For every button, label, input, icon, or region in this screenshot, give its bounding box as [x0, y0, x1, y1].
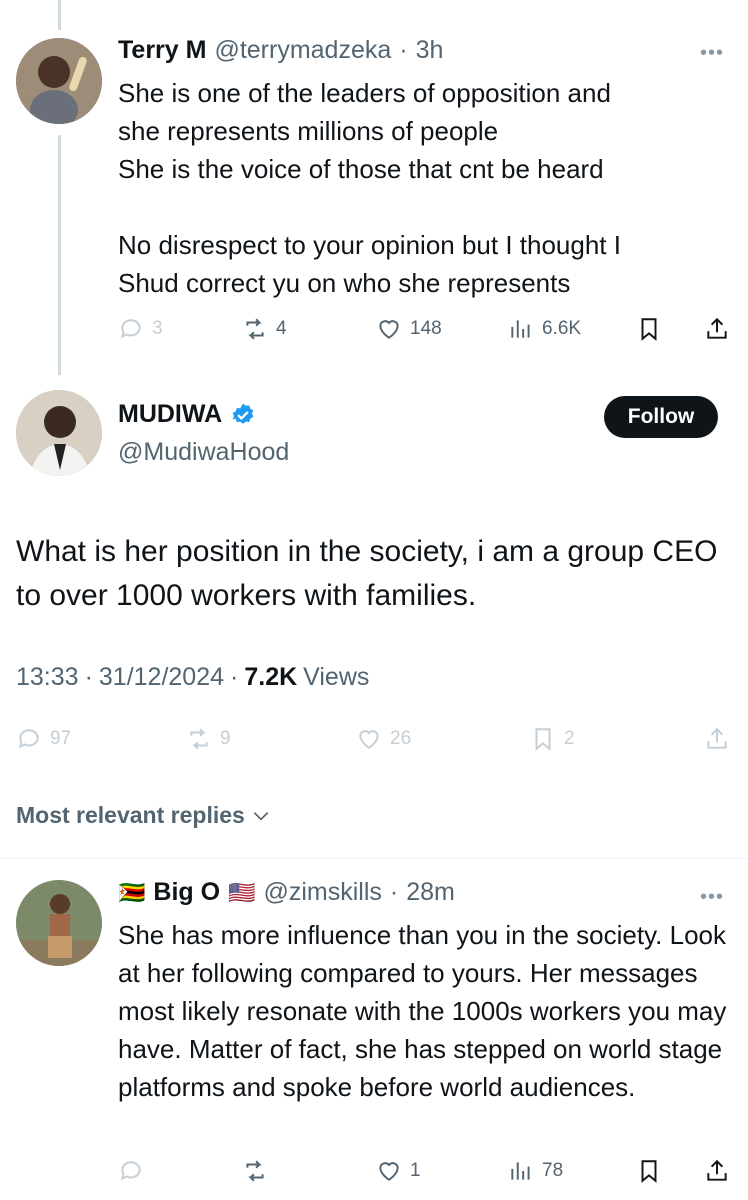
like-count: 1	[410, 1160, 421, 1181]
heart-icon	[379, 320, 399, 339]
tweet-meta: 13:33 · 31/12/2024 · 7.2K Views	[16, 663, 369, 692]
author-handle[interactable]: @MudiwaHood	[118, 438, 289, 467]
views-count: 6.6K	[542, 318, 582, 339]
separator-dot: ·	[389, 878, 399, 906]
tweet-time[interactable]: 3h	[416, 36, 444, 65]
author-name[interactable]: MUDIWA	[118, 400, 222, 429]
author-handle[interactable]: @zimskills	[263, 878, 381, 907]
replies-sort-label: Most relevant replies	[16, 802, 245, 828]
author-handle[interactable]: @terrymadzeka	[214, 36, 391, 65]
heart-icon	[379, 1162, 399, 1181]
bookmark-icon	[641, 318, 657, 341]
tweet-text: She is one of the leaders of opposition …	[118, 78, 621, 298]
separator-dot: ·	[84, 663, 93, 691]
separator-dot: ·	[399, 36, 408, 64]
views-icon	[511, 320, 530, 338]
divider	[0, 858, 748, 859]
reply-icon	[120, 319, 141, 339]
retweet-count: 4	[276, 318, 287, 339]
share-icon	[707, 317, 727, 339]
tweet-actions: 3 4 148 6.6K	[118, 316, 730, 348]
avatar[interactable]	[16, 38, 102, 124]
bookmark-icon	[641, 1160, 657, 1183]
tweet-header: 🇿🇼 Big O 🇺🇸 @zimskills · 28m	[118, 878, 455, 907]
views-count: 78	[542, 1160, 564, 1181]
reply-button[interactable]: 97	[16, 726, 71, 752]
retweet-icon	[246, 318, 264, 340]
author-name-row: MUDIWA	[118, 400, 256, 429]
share-button[interactable]	[704, 726, 730, 752]
more-icon[interactable]: •••	[700, 886, 724, 909]
tweet-text: What is her position in the society, i a…	[16, 535, 718, 612]
retweet-button[interactable]: 4	[242, 316, 287, 342]
like-button[interactable]: 1	[376, 1158, 421, 1184]
views-button[interactable]: 78	[508, 1158, 563, 1184]
retweet-button[interactable]: 9	[186, 726, 231, 752]
tweet-time[interactable]: 28m	[406, 878, 455, 907]
views-icon	[511, 1162, 530, 1180]
author-name[interactable]: Big O	[153, 878, 220, 907]
retweet-count: 9	[220, 728, 231, 749]
share-button[interactable]	[704, 1158, 730, 1184]
like-count: 148	[410, 318, 442, 339]
more-icon[interactable]: •••	[700, 42, 724, 65]
reply-icon	[18, 729, 39, 749]
views-label: Views	[303, 663, 370, 691]
views-button[interactable]: 6.6K	[508, 316, 581, 342]
replies-sort-dropdown[interactable]: Most relevant replies	[16, 802, 271, 829]
avatar-photo-icon	[16, 38, 102, 124]
like-button[interactable]: 26	[356, 726, 411, 752]
bookmark-button[interactable]	[636, 1158, 662, 1184]
share-icon	[707, 1159, 727, 1181]
chevron-down-icon	[253, 811, 269, 821]
bookmark-button[interactable]	[636, 316, 662, 342]
retweet-button[interactable]	[242, 1158, 276, 1184]
thread-line-top	[58, 0, 61, 30]
retweet-icon	[246, 1160, 264, 1182]
tweet-header: Terry M @terrymadzeka · 3h	[118, 36, 443, 65]
bookmark-count: 2	[564, 728, 575, 749]
heart-icon	[359, 730, 379, 749]
views-count: 7.2K	[244, 663, 298, 691]
reply-button[interactable]: 3	[118, 316, 163, 342]
reply-icon	[120, 1161, 141, 1181]
tweet-date[interactable]: 31/12/2024	[99, 663, 224, 692]
follow-button[interactable]: Follow	[604, 396, 718, 438]
share-button[interactable]	[704, 316, 730, 342]
reply-button[interactable]	[118, 1158, 152, 1184]
avatar-photo-icon	[16, 880, 102, 966]
separator-dot: ·	[230, 663, 239, 691]
tweet-time[interactable]: 13:33	[16, 663, 79, 692]
tweet-actions: 97 9 26 2	[16, 726, 732, 758]
avatar[interactable]	[16, 390, 102, 476]
thread-line	[58, 135, 61, 375]
tweet-actions: 1 78	[118, 1158, 730, 1190]
zimbabwe-flag-icon: 🇿🇼	[118, 879, 146, 905]
avatar[interactable]	[16, 880, 102, 966]
verified-badge-icon	[232, 403, 254, 424]
like-count: 26	[390, 728, 412, 749]
us-flag-icon: 🇺🇸	[228, 879, 256, 905]
reply-count: 3	[152, 318, 163, 339]
bookmark-button[interactable]: 2	[530, 726, 575, 752]
share-icon	[707, 727, 727, 749]
tweet-text: She has more influence than you in the s…	[118, 920, 734, 1102]
reply-count: 97	[50, 728, 72, 749]
author-name[interactable]: Terry M	[118, 36, 206, 65]
bookmark-icon	[535, 728, 551, 751]
like-button[interactable]: 148	[376, 316, 442, 342]
avatar-photo-icon	[16, 390, 102, 476]
retweet-icon	[190, 728, 208, 750]
